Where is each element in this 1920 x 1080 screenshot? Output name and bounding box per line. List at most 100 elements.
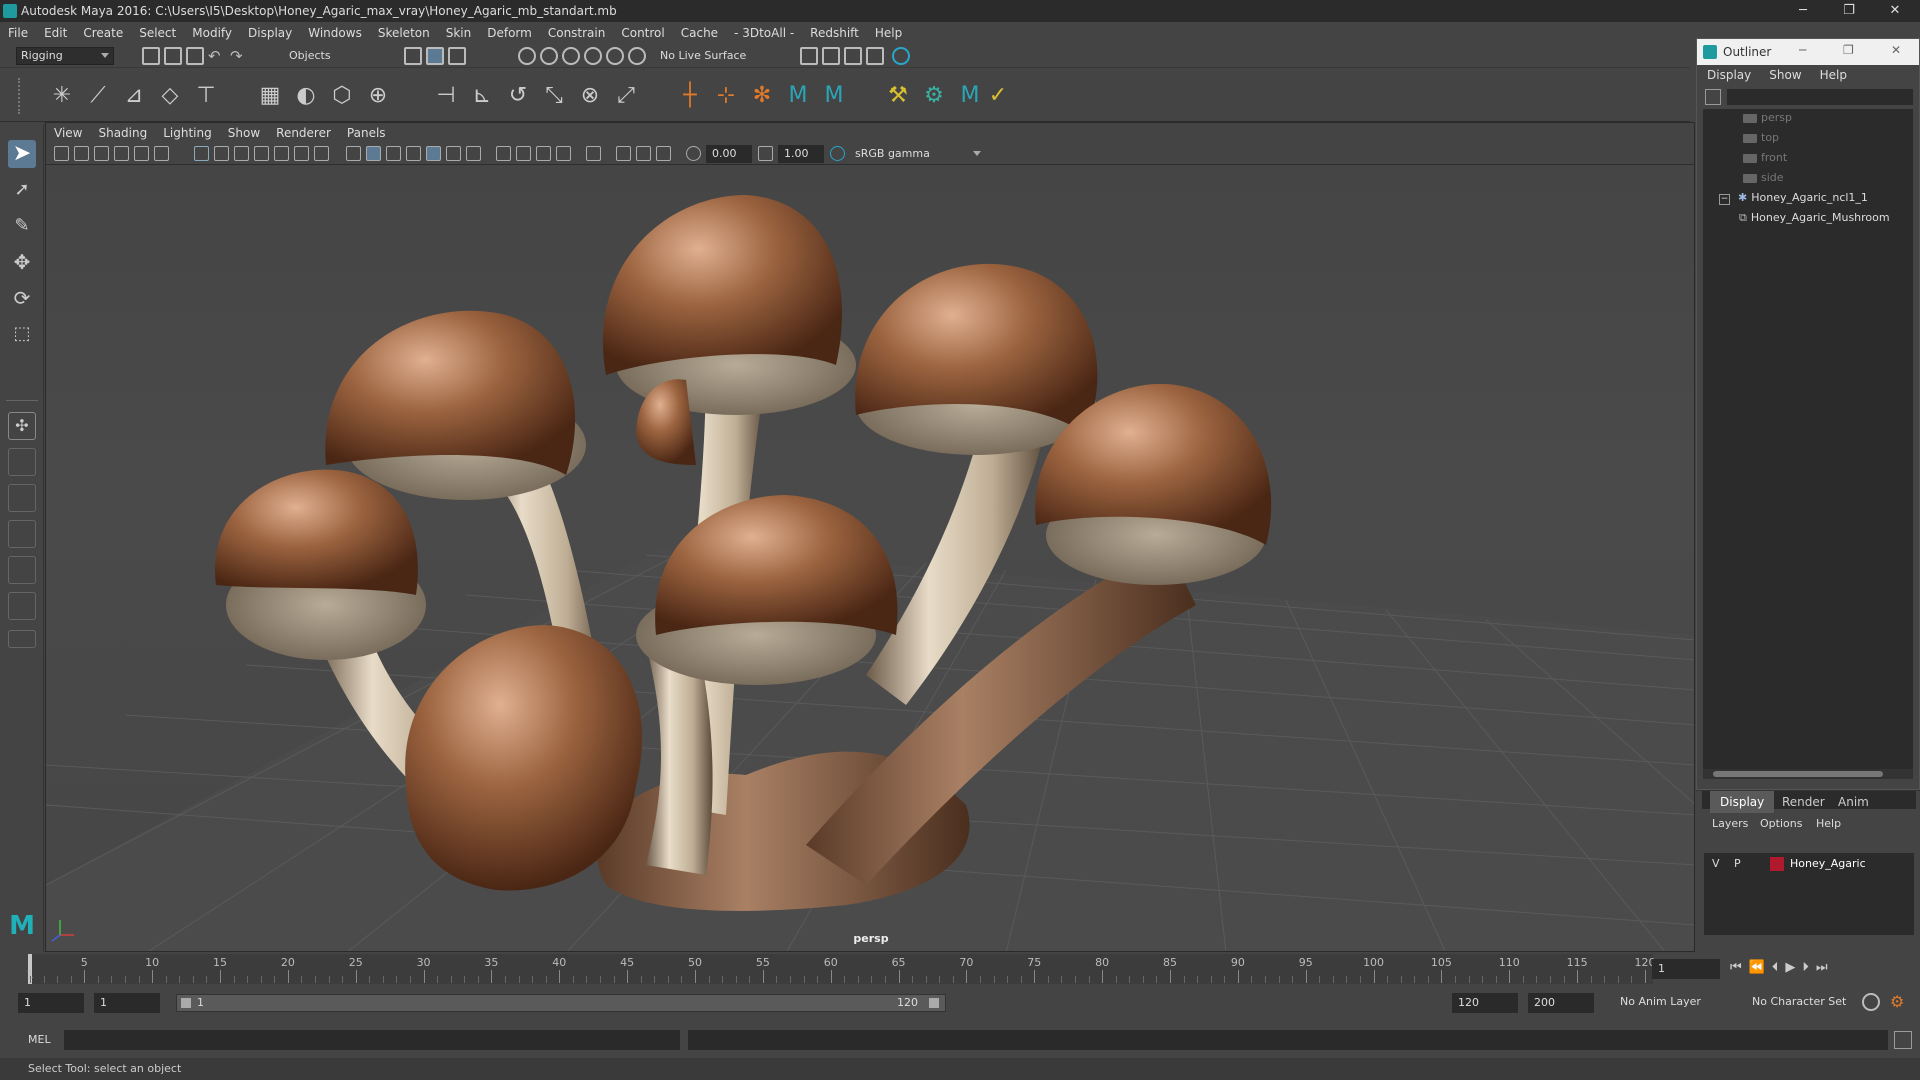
camera-select-icon[interactable]: [54, 146, 69, 161]
cluster-icon[interactable]: ⊕: [364, 82, 392, 110]
vp-menu-view[interactable]: View: [54, 126, 82, 140]
persp-graph-layout-icon[interactable]: [8, 520, 36, 548]
outliner-hscrollbar[interactable]: [1703, 769, 1913, 779]
range-end-handle[interactable]: [929, 998, 939, 1008]
layer-playback-toggle[interactable]: P: [1734, 857, 1741, 870]
collapse-icon[interactable]: −: [1719, 194, 1730, 205]
menu-set-dropdown[interactable]: Rigging: [16, 47, 114, 65]
layer-name[interactable]: Honey_Agaric: [1790, 857, 1866, 870]
smooth-shade-icon[interactable]: [366, 146, 381, 161]
time-slider[interactable]: 1 5 10 15 20 25 30 35 40 45 50 55 60 65 70 75 80 85 90 95 1…: [0, 952, 1920, 986]
range-slider[interactable]: 1 120: [176, 994, 946, 1012]
select-object-icon[interactable]: [426, 47, 444, 65]
layer-menu-options[interactable]: Options: [1760, 817, 1802, 830]
menu-display[interactable]: Display: [248, 26, 292, 40]
outliner-menu-display[interactable]: Display: [1707, 68, 1751, 82]
ik-spline-icon[interactable]: ⊿: [120, 82, 148, 110]
menu-constrain[interactable]: Constrain: [548, 26, 606, 40]
current-frame-field[interactable]: 1: [1652, 959, 1720, 979]
vp-menu-renderer[interactable]: Renderer: [276, 126, 331, 140]
playback-end-field[interactable]: 120: [1452, 993, 1518, 1013]
constraint-aim-icon[interactable]: ⊾: [468, 82, 496, 110]
tab-display[interactable]: Display: [1710, 791, 1775, 813]
snap-point-icon[interactable]: [562, 47, 580, 65]
close-button[interactable]: ✕: [1872, 0, 1918, 22]
ambient-occlusion-icon[interactable]: [496, 146, 511, 161]
menu-create[interactable]: Create: [83, 26, 123, 40]
render-settings-icon[interactable]: [800, 47, 818, 65]
snap-magnet-icon[interactable]: [628, 47, 646, 65]
add-locator-icon[interactable]: ⊹: [712, 82, 740, 110]
outliner-menu-help[interactable]: Help: [1820, 68, 1847, 82]
mirror-joint-icon[interactable]: ◇: [156, 82, 184, 110]
minimize-button[interactable]: ─: [1780, 0, 1826, 22]
shadows-icon[interactable]: [466, 146, 481, 161]
menu-skeleton[interactable]: Skeleton: [378, 26, 430, 40]
anim-layer-dropdown[interactable]: No Anim Layer: [1620, 995, 1701, 1008]
outliner-search-input[interactable]: [1727, 89, 1913, 105]
grease-pencil-icon[interactable]: [134, 146, 149, 161]
depth-of-field-icon[interactable]: [556, 146, 571, 161]
live-surface-label[interactable]: No Live Surface: [660, 49, 746, 62]
paint-select-icon[interactable]: ✎: [8, 212, 36, 240]
outliner-filter-icon[interactable]: [1705, 89, 1721, 105]
snap-grid-icon[interactable]: [518, 47, 536, 65]
bookmark-icon[interactable]: [94, 146, 109, 161]
xray-joints-icon[interactable]: [636, 146, 651, 161]
3dtoall-icon-3[interactable]: M: [956, 82, 984, 110]
bounding-box-icon[interactable]: [406, 146, 421, 161]
single-view-layout-icon[interactable]: ✣: [8, 412, 36, 440]
step-forward-icon[interactable]: ⏵: [1802, 960, 1816, 975]
go-to-end-icon[interactable]: ⏭: [1816, 960, 1835, 975]
tab-render[interactable]: Render: [1772, 791, 1835, 813]
wireframe-icon[interactable]: [346, 146, 361, 161]
vp-menu-panels[interactable]: Panels: [347, 126, 386, 140]
menu-control[interactable]: Control: [621, 26, 664, 40]
outliner-menu-show[interactable]: Show: [1769, 68, 1801, 82]
gamma-field[interactable]: 1.00: [778, 145, 824, 163]
constraint-parent-icon[interactable]: ⊗: [576, 82, 604, 110]
textured-icon[interactable]: [426, 146, 441, 161]
custom-layout-icon[interactable]: [8, 592, 36, 620]
resolution-gate-icon[interactable]: [234, 146, 249, 161]
isolate-select-icon[interactable]: [586, 146, 601, 161]
scale-tool-icon[interactable]: ⬚: [8, 320, 36, 348]
layer-visibility-toggle[interactable]: V: [1712, 857, 1720, 870]
layer-color-swatch[interactable]: [1770, 857, 1784, 871]
save-scene-icon[interactable]: [186, 47, 204, 65]
script-tool-icon[interactable]: ⚒: [884, 82, 912, 110]
constraint-pole-icon[interactable]: ⤢: [612, 82, 640, 110]
menu-redshift[interactable]: Redshift: [810, 26, 859, 40]
select-hierarchy-icon[interactable]: [404, 47, 422, 65]
move-tool-icon[interactable]: ✥: [8, 248, 36, 276]
four-view-layout-icon[interactable]: [8, 448, 36, 476]
redo-icon[interactable]: ↷: [230, 47, 248, 65]
layer-menu-layers[interactable]: Layers: [1712, 817, 1748, 830]
hypershade-icon[interactable]: [892, 47, 910, 65]
snap-curve-icon[interactable]: [540, 47, 558, 65]
render-view-icon[interactable]: [866, 47, 884, 65]
grid-toggle-icon[interactable]: [194, 146, 209, 161]
ik-handle-icon[interactable]: ⟋: [84, 82, 112, 110]
lattice-icon[interactable]: ⬡: [328, 82, 356, 110]
lasso-tool-icon[interactable]: ➚: [8, 176, 36, 204]
constraint-point-icon[interactable]: ⊣: [432, 82, 460, 110]
color-management-icon[interactable]: [830, 146, 845, 161]
more-layouts-icon[interactable]: [8, 630, 36, 648]
animation-start-field[interactable]: 1: [18, 993, 84, 1013]
render-frame-icon[interactable]: [822, 47, 840, 65]
color-space-dropdown[interactable]: sRGB gamma: [850, 145, 986, 163]
safe-action-icon[interactable]: [294, 146, 309, 161]
orient-joint-icon[interactable]: ⊤: [192, 82, 220, 110]
menu-skin[interactable]: Skin: [446, 26, 472, 40]
locator-icon[interactable]: ┼: [676, 82, 704, 110]
command-input[interactable]: [64, 1030, 680, 1050]
vp-menu-shading[interactable]: Shading: [98, 126, 147, 140]
character-set-dropdown[interactable]: No Character Set: [1752, 995, 1846, 1008]
open-scene-icon[interactable]: [164, 47, 182, 65]
menu-modify[interactable]: Modify: [192, 26, 232, 40]
gate-mask-icon[interactable]: [254, 146, 269, 161]
outliner-maximize-button[interactable]: ❐: [1843, 43, 1854, 57]
xray-active-icon[interactable]: [656, 146, 671, 161]
time-ruler[interactable]: 1 5 10 15 20 25 30 35 40 45 50 55 60 65 70 75 80 85 90 95 1…: [27, 954, 1656, 984]
